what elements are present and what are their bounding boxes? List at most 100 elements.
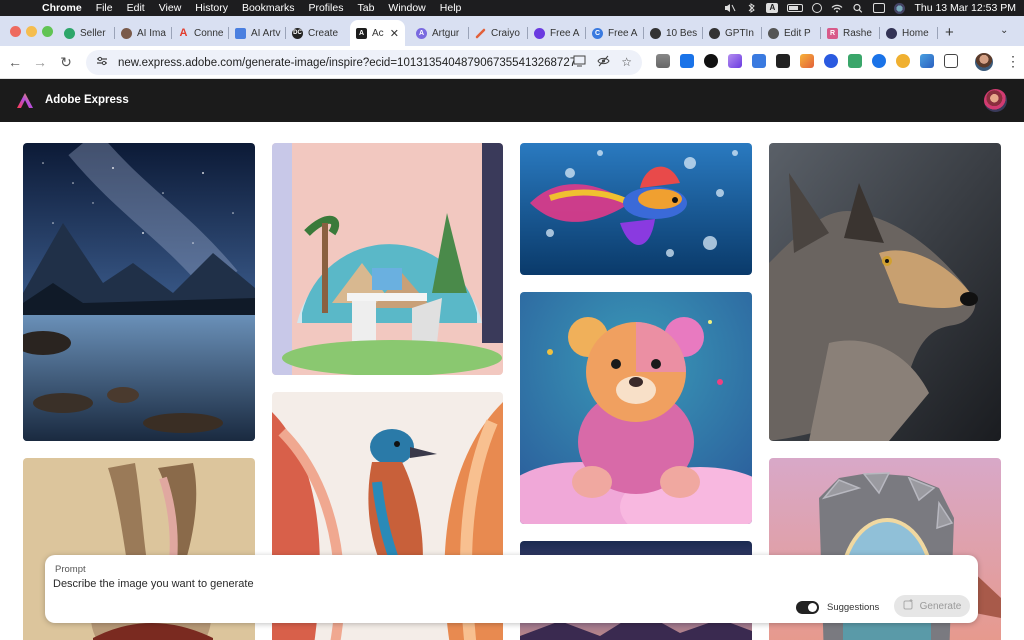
gallery-image-betta-fish[interactable] — [520, 143, 752, 275]
tab-connect[interactable]: A Conne — [172, 22, 229, 44]
adobe-express-favicon-icon: A — [356, 27, 367, 39]
tab-free-ai-1[interactable]: Free A — [528, 22, 586, 44]
generate-sparkle-icon — [903, 599, 914, 613]
status-icons: A Thu 13 Mar 12:53 PM — [724, 0, 1016, 16]
close-tab-icon[interactable]: ✕ — [390, 27, 399, 40]
tab-gptinf[interactable]: GPTIn — [703, 22, 762, 44]
reload-icon[interactable]: ↻ — [57, 54, 75, 71]
tab-label: Edit P — [784, 27, 811, 39]
menu-app-chrome[interactable]: Chrome — [42, 2, 82, 14]
url-text[interactable]: new.express.adobe.com/generate-image/ins… — [118, 57, 574, 69]
search-icon[interactable] — [852, 3, 864, 13]
gptinf-favicon-icon — [709, 27, 720, 39]
generate-button[interactable]: Generate — [894, 595, 970, 617]
user-avatar[interactable] — [984, 89, 1007, 112]
window-minimize-button[interactable] — [26, 26, 37, 37]
menu-history[interactable]: History — [195, 2, 228, 14]
wifi-icon[interactable] — [831, 4, 843, 13]
forward-arrow-icon[interactable]: → — [31, 54, 49, 70]
gear-extension-icon[interactable] — [824, 54, 838, 68]
tab-label: 10 Bes — [666, 27, 698, 39]
tab-ai-image[interactable]: AI Ima — [115, 22, 172, 44]
window-close-button[interactable] — [10, 26, 21, 37]
translate-extension-icon[interactable] — [752, 54, 766, 68]
back-arrow-icon[interactable]: ← — [6, 54, 24, 70]
tab-label: Create — [308, 27, 339, 39]
app-name[interactable]: Adobe Express — [45, 94, 129, 106]
mute-icon[interactable] — [724, 3, 736, 13]
bookmark-star-icon[interactable]: ☆ — [621, 55, 632, 70]
gallery-image-paper-office[interactable] — [272, 143, 503, 375]
tab-home[interactable]: Home — [880, 22, 938, 44]
menu-window[interactable]: Window — [388, 2, 425, 14]
tab-label: Craiyo — [491, 27, 520, 39]
battery-icon[interactable] — [787, 4, 804, 12]
screen-capture-extension-icon[interactable] — [680, 54, 694, 68]
tab-label: AI Artv — [251, 27, 281, 39]
adobe-express-logo-icon[interactable] — [16, 92, 34, 109]
sun-extension-icon[interactable] — [896, 54, 910, 68]
tab-label: Ac — [372, 27, 384, 39]
dc-favicon-icon: DC — [292, 27, 303, 39]
seller-favicon-icon — [64, 27, 75, 39]
tab-create[interactable]: DC Create — [286, 22, 347, 44]
bolt-extension-icon[interactable] — [920, 54, 934, 68]
tab-search-chevron-icon[interactable]: ⌄ — [1000, 25, 1008, 36]
control-center-icon[interactable] — [873, 3, 886, 13]
tab-label: Rashe — [843, 27, 872, 39]
tab-10-best[interactable]: 10 Bes — [644, 22, 703, 44]
play-icon[interactable] — [812, 3, 823, 13]
menu-tab[interactable]: Tab — [357, 2, 374, 14]
cast-icon[interactable] — [573, 55, 586, 70]
tab-rashed[interactable]: R Rashe — [821, 22, 880, 44]
tab-free-ai-2[interactable]: C Free A — [586, 22, 644, 44]
tab-ai-artwork[interactable]: AI Artv — [229, 22, 286, 44]
grammar-extension-icon[interactable] — [776, 54, 790, 68]
tab-adobe-express-active[interactable]: A Ac ✕ — [350, 20, 405, 46]
site-settings-icon[interactable] — [96, 56, 108, 69]
tab-label: Home — [902, 27, 929, 39]
bluetooth-icon[interactable] — [745, 3, 757, 13]
g-extension-icon[interactable] — [872, 54, 886, 68]
pen-extension-icon[interactable] — [728, 54, 742, 68]
window-zoom-button[interactable] — [42, 26, 53, 37]
menu-bookmarks[interactable]: Bookmarks — [242, 2, 295, 14]
tab-label: Seller — [80, 27, 106, 39]
camera-extension-icon[interactable] — [656, 54, 670, 68]
tab-label: Free A — [608, 27, 638, 39]
tab-edit-post[interactable]: Edit P — [762, 22, 821, 44]
address-bar[interactable]: new.express.adobe.com/generate-image/ins… — [86, 50, 642, 75]
input-source-icon[interactable]: A — [766, 3, 779, 13]
siri-icon[interactable] — [894, 2, 906, 14]
new-tab-button[interactable]: + — [945, 24, 954, 41]
menu-edit[interactable]: Edit — [127, 2, 145, 14]
gallery-image-wolf[interactable] — [769, 143, 1001, 441]
tab-craiyon[interactable]: Craiyo — [469, 22, 528, 44]
chrome-menu-icon[interactable]: ⋮ — [1006, 53, 1020, 70]
prompt-input[interactable] — [53, 575, 753, 593]
menu-help[interactable]: Help — [440, 2, 462, 14]
gallery-image-starry-lake[interactable] — [23, 143, 255, 441]
tab-label: Free A — [550, 27, 580, 39]
rashed-favicon-icon: R — [827, 27, 838, 39]
eye-off-icon[interactable] — [597, 55, 610, 70]
menubar-clock[interactable]: Thu 13 Mar 12:53 PM — [914, 2, 1016, 14]
chrome-profile-avatar[interactable] — [975, 53, 993, 71]
toggle-knob — [808, 603, 817, 612]
extension-icons — [656, 54, 958, 68]
tab-artguru[interactable]: A Artgur — [410, 22, 469, 44]
download-extension-icon[interactable] — [848, 54, 862, 68]
omnibox-actions: ☆ — [573, 55, 632, 70]
menu-file[interactable]: File — [96, 2, 113, 14]
tab-seller[interactable]: Seller — [58, 22, 115, 44]
gallery-image-teddy-bear[interactable] — [520, 292, 752, 524]
menu-profiles[interactable]: Profiles — [308, 2, 343, 14]
ai-image-favicon-icon — [121, 27, 132, 39]
tab-label: Artgur — [432, 27, 460, 39]
suggestions-toggle[interactable] — [796, 601, 819, 614]
menu-view[interactable]: View — [159, 2, 182, 14]
dark-extension-icon[interactable] — [704, 54, 718, 68]
puzzle-extensions-icon[interactable] — [944, 54, 958, 68]
suggestions-label: Suggestions — [827, 602, 880, 613]
brush-extension-icon[interactable] — [800, 54, 814, 68]
